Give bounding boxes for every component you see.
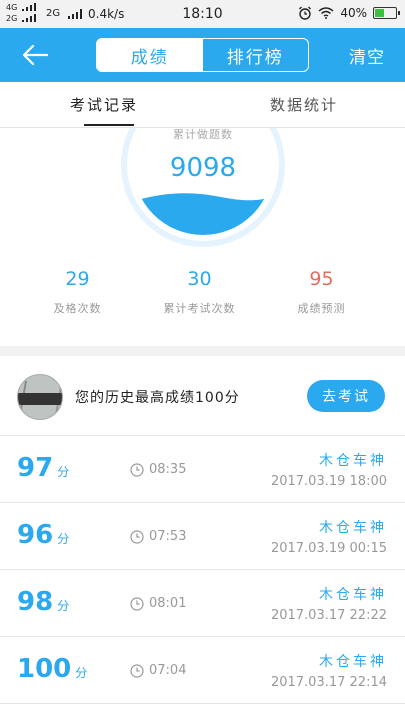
section-divider (0, 346, 405, 356)
stat-label: 累计考试次数 (163, 302, 236, 315)
score-value: 96 分 (17, 520, 70, 550)
list-item[interactable]: 97 分 08:35 木仓车神 2017.03.19 18:00 (0, 436, 405, 503)
exam-datetime: 2017.03.19 18:00 (270, 474, 387, 489)
exam-duration: 07:04 (149, 663, 187, 678)
exam-duration: 08:35 (149, 462, 187, 477)
wifi-icon (318, 7, 334, 19)
clock-icon (130, 664, 144, 678)
exam-duration: 07:53 (149, 529, 187, 544)
score-value: 97 分 (17, 453, 70, 483)
alarm-icon (299, 6, 312, 20)
stats-panel: 累计做题数 9098 29 及格次数 30 累计考试次数 95 成绩预测 (0, 128, 405, 346)
stat-pass-count: 29 及格次数 (10, 268, 145, 316)
circle-value: 9098 (170, 153, 236, 183)
back-arrow-icon[interactable] (20, 40, 50, 70)
stat-value: 95 (309, 268, 334, 290)
score-value: 98 分 (17, 587, 70, 617)
tab-scores[interactable]: 成绩 (97, 39, 203, 71)
score-value: 100 分 (17, 654, 88, 684)
sub-tabs: 考试记录 数据统计 (0, 82, 405, 128)
clear-button[interactable]: 清空 (349, 43, 385, 68)
stat-value: 30 (187, 268, 212, 290)
user-name: 木仓车神 (319, 453, 387, 469)
stat-label: 及格次数 (53, 302, 102, 315)
user-name: 木仓车神 (319, 520, 387, 536)
status-icons: 40% (298, 6, 400, 20)
best-score-row: 您的历史最高成绩100分 去考试 (0, 356, 405, 436)
tab-data-stats[interactable]: 数据统计 (270, 94, 338, 115)
stat-exam-count: 30 累计考试次数 (132, 268, 267, 316)
exam-duration: 08:01 (149, 596, 187, 611)
user-name: 木仓车神 (319, 587, 387, 603)
clock-icon (130, 530, 144, 544)
stat-label: 成绩预测 (297, 302, 346, 315)
battery-icon (373, 7, 400, 19)
tab-exam-records[interactable]: 考试记录 (70, 94, 138, 115)
circle-label: 累计做题数 (173, 128, 233, 141)
record-list: 97 分 08:35 木仓车神 2017.03.19 18:00 96 分 07:5… (0, 436, 405, 704)
list-item[interactable]: 96 分 07:53 木仓车神 2017.03.19 00:15 (0, 503, 405, 570)
battery-percent: 40% (340, 6, 367, 20)
stat-prediction: 95 成绩预测 (254, 268, 389, 316)
status-bar: 4G 2G 2G 0.4k/s 18:10 40% (0, 0, 405, 28)
list-item[interactable]: 100 分 07:04 木仓车神 2017.03.17 22:14 (0, 637, 405, 704)
take-exam-button[interactable]: 去考试 (307, 380, 385, 412)
best-score-text: 您的历史最高成绩100分 (75, 390, 240, 406)
list-item[interactable]: 98 分 08:01 木仓车神 2017.03.17 22:22 (0, 570, 405, 637)
progress-circle: 累计做题数 9098 (121, 128, 285, 247)
stat-value: 29 (65, 268, 90, 290)
clock-icon (130, 463, 144, 477)
active-tab-indicator (84, 124, 134, 126)
exam-datetime: 2017.03.19 00:15 (270, 541, 387, 556)
segmented-control: 成绩 排行榜 (96, 38, 309, 72)
exam-datetime: 2017.03.17 22:14 (270, 675, 387, 690)
tab-leaderboard[interactable]: 排行榜 (203, 39, 309, 71)
exam-datetime: 2017.03.17 22:22 (270, 608, 387, 623)
nav-bar: 成绩 排行榜 清空 (0, 28, 405, 82)
clock-icon (130, 597, 144, 611)
avatar[interactable] (17, 374, 63, 420)
user-name: 木仓车神 (319, 654, 387, 670)
